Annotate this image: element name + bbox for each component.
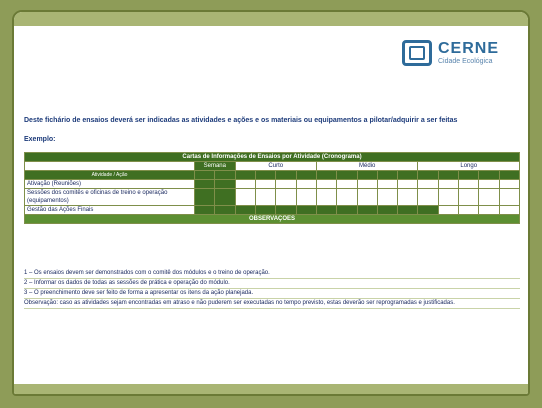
period-cell	[275, 170, 297, 180]
observations-row: OBSERVAÇÕES	[24, 214, 520, 224]
schedule-cell	[376, 188, 399, 206]
schedule-cell	[193, 188, 216, 206]
slide-frame: CERNE Cidade Ecológica Deste fichário de…	[0, 0, 542, 408]
note-item: 3 – O preenchimento deve ser feito de fo…	[24, 289, 520, 299]
schedule-cell	[356, 205, 378, 215]
schedule-cell	[376, 179, 399, 189]
period-cell	[356, 170, 378, 180]
period-cell	[478, 170, 500, 180]
period-cell	[336, 170, 358, 180]
schedule-cell	[275, 205, 297, 215]
schedule-cell	[336, 179, 358, 189]
table-title-row: Cartas de Informações de Ensaios por Ati…	[24, 152, 520, 162]
schedule-cell	[458, 188, 480, 206]
activity-label: Ativação (Reuniões)	[24, 179, 195, 189]
logo-subtitle: Cidade Ecológica	[438, 57, 493, 65]
notes-list: 1 – Os ensaios devem ser demonstrados co…	[24, 269, 520, 309]
schedule-cell	[417, 188, 439, 206]
period-cell	[458, 170, 480, 180]
period-cell	[315, 170, 338, 180]
cerne-logo-icon	[402, 40, 432, 66]
schedule-cell	[275, 188, 297, 206]
period-cell	[234, 170, 256, 180]
table-group-0: Semana	[194, 161, 236, 171]
period-cell	[437, 170, 460, 180]
logo-name: CERNE	[438, 39, 500, 57]
schedule-cell	[336, 205, 358, 215]
period-cell	[214, 170, 236, 180]
schedule-cell	[437, 188, 460, 206]
schedule-cell	[478, 205, 500, 215]
schedule-cell	[397, 179, 419, 189]
table-column-row: Atividade / Ação	[24, 170, 521, 180]
period-cell	[397, 170, 419, 180]
schedule-cell	[295, 188, 317, 206]
activity-label: Gestão das Ações Finais	[24, 205, 195, 215]
table-group-2: Médio	[315, 161, 419, 171]
schedule-cell	[254, 205, 277, 215]
activity-label: Sessões dos comitês e oficinas de treino…	[24, 188, 195, 206]
schedule-cell	[234, 179, 256, 189]
period-cell	[295, 170, 317, 180]
schedule-cell	[275, 179, 297, 189]
schedule-cell	[214, 188, 236, 206]
slide-footer-bar	[14, 384, 528, 394]
schedule-cell	[193, 179, 216, 189]
schedule-cell	[498, 188, 521, 206]
period-cell	[193, 170, 216, 180]
schedule-cell	[214, 179, 236, 189]
schedule-cell	[234, 205, 256, 215]
schedule-cell	[193, 205, 216, 215]
cerne-logo: CERNE Cidade Ecológica	[402, 30, 514, 76]
schedule-cell	[234, 188, 256, 206]
table-row: Sessões dos comitês e oficinas de treino…	[24, 188, 521, 206]
note-item: 2 – Informar os dados de todas as sessõe…	[24, 279, 520, 289]
schedule-cell	[417, 205, 439, 215]
schedule-cell	[356, 188, 378, 206]
schedule-cell	[336, 188, 358, 206]
schedule-cell	[315, 188, 338, 206]
schedule-cell	[214, 205, 236, 215]
schedule-cell	[254, 179, 277, 189]
schedule-table: Cartas de Informações de Ensaios por Ati…	[24, 152, 521, 224]
schedule-cell	[437, 205, 460, 215]
schedule-cell	[478, 188, 500, 206]
period-cell	[376, 170, 399, 180]
period-cell	[498, 170, 521, 180]
schedule-cell	[295, 205, 317, 215]
table-group-3: Longo	[417, 161, 520, 171]
table-row: Ativação (Reuniões)	[24, 179, 521, 189]
table-group-row: Semana Curto Médio Longo	[24, 161, 520, 171]
period-cell	[254, 170, 277, 180]
schedule-cell	[376, 205, 399, 215]
schedule-cell	[295, 179, 317, 189]
example-label: Exemplo:	[24, 136, 56, 143]
schedule-cell	[397, 188, 419, 206]
schedule-cell	[397, 205, 419, 215]
schedule-cell	[417, 179, 439, 189]
schedule-cell	[254, 188, 277, 206]
activity-header: Atividade / Ação	[24, 170, 195, 180]
schedule-cell	[356, 179, 378, 189]
table-group-1: Curto	[234, 161, 317, 171]
note-item: Observação: caso as atividades sejam enc…	[24, 299, 520, 309]
note-item: 1 – Os ensaios devem ser demonstrados co…	[24, 269, 520, 279]
schedule-cell	[458, 205, 480, 215]
schedule-cell	[315, 179, 338, 189]
table-title: Cartas de Informações de Ensaios por Ati…	[24, 152, 520, 162]
slide-canvas: CERNE Cidade Ecológica Deste fichário de…	[12, 10, 530, 396]
observations-label: OBSERVAÇÕES	[24, 214, 520, 224]
intro-text: Deste fichário de ensaios deverá ser ind…	[24, 117, 458, 124]
schedule-cell	[498, 205, 521, 215]
schedule-cell	[478, 179, 500, 189]
table-row: Gestão das Ações Finais	[24, 205, 521, 215]
schedule-cell	[315, 205, 338, 215]
period-cell	[417, 170, 439, 180]
table-group-blank	[24, 161, 195, 171]
schedule-cell	[437, 179, 460, 189]
schedule-cell	[458, 179, 480, 189]
schedule-cell	[498, 179, 521, 189]
